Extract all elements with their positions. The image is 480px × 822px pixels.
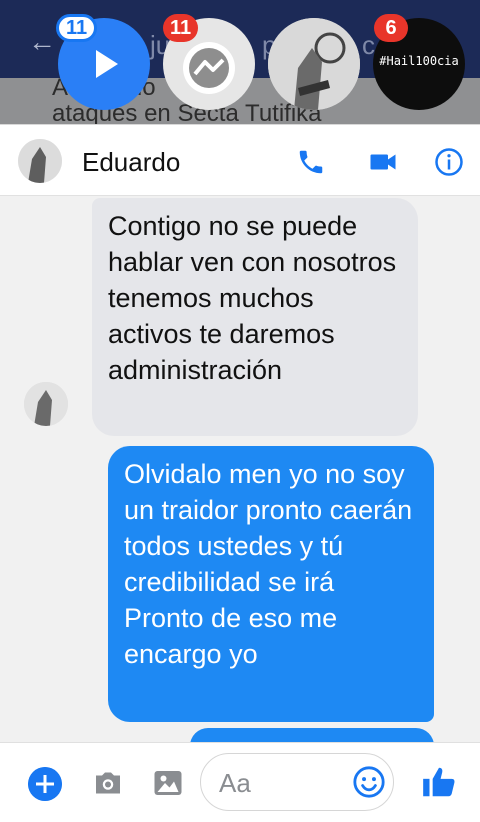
avatar[interactable] [18, 139, 62, 183]
chat-head-badge: 6 [374, 14, 408, 42]
gallery-icon[interactable] [150, 765, 186, 801]
chat-head-profile-photo[interactable] [268, 18, 360, 110]
video-camera-icon[interactable] [368, 147, 398, 177]
avatar [24, 382, 68, 426]
outgoing-message-partial[interactable] [190, 728, 434, 742]
incoming-message[interactable]: Contigo no se puede hablar ven con nosot… [92, 198, 418, 436]
outgoing-message[interactable]: Olvidalo men yo no soy un traidor pronto… [108, 446, 434, 722]
chat-head-badge: 11 [163, 14, 199, 42]
back-arrow-icon: ← [28, 26, 56, 57]
message-input-placeholder: Aa [219, 768, 251, 798]
emoji-icon[interactable] [352, 765, 386, 799]
plus-icon[interactable] [28, 767, 62, 801]
profile-photo [268, 18, 360, 110]
like-icon[interactable] [420, 763, 458, 801]
camera-icon[interactable] [90, 765, 126, 801]
message-composer: Aa [0, 742, 480, 822]
contact-name[interactable]: Eduardo [82, 147, 180, 178]
info-icon[interactable] [434, 147, 464, 177]
conversation-header: Eduardo [0, 124, 480, 196]
chat-head-badge: 11 [56, 14, 98, 42]
message-list[interactable]: Contigo no se puede hablar ven con nosot… [0, 196, 480, 742]
phone-icon[interactable] [296, 147, 326, 177]
hashtag-label: #Hail100cia [379, 54, 459, 68]
